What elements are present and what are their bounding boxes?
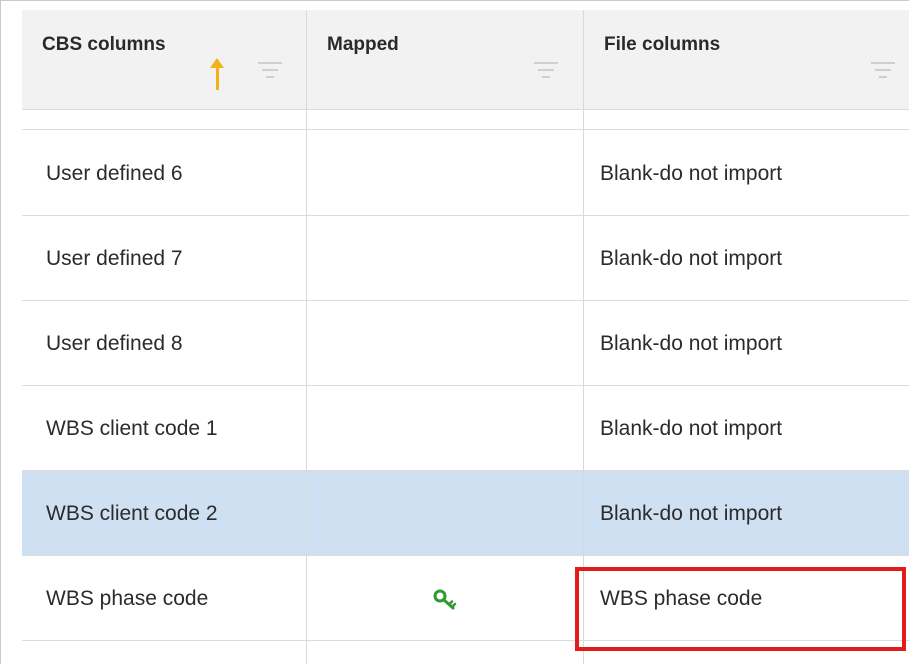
- header-label: File columns: [604, 34, 721, 55]
- mapped-cell: [307, 131, 584, 216]
- key-icon: [433, 589, 456, 609]
- file-column-cell[interactable]: Blank-do not import: [584, 386, 909, 471]
- filter-icon[interactable]: [870, 60, 896, 80]
- file-column-cell[interactable]: Blank-do not import: [584, 216, 909, 301]
- cbs-column-cell: User defined 8: [46, 331, 183, 355]
- mapped-cell: [307, 301, 584, 386]
- file-column-cell[interactable]: Blank-do not import: [584, 301, 909, 386]
- cbs-column-cell: WBS phase code: [46, 586, 209, 610]
- cbs-column-cell: User defined 6: [46, 161, 183, 185]
- file-column-cell[interactable]: Blank-do not import: [584, 471, 909, 556]
- column-divider: [583, 10, 584, 664]
- header-file-columns[interactable]: File columns: [584, 10, 909, 110]
- highlight-annotation-box: [575, 567, 906, 651]
- filter-icon[interactable]: [533, 60, 559, 80]
- cbs-column-cell: User defined 7: [46, 246, 183, 270]
- column-mapping-grid: CBS columns Mapped File columns User def…: [22, 10, 909, 664]
- table-row[interactable]: User defined 6 Blank-do not import: [22, 131, 909, 216]
- cbs-column-cell: WBS client code 2: [46, 501, 218, 525]
- table-row-selected[interactable]: WBS client code 2 Blank-do not import: [22, 471, 909, 556]
- mapped-cell: [307, 216, 584, 301]
- mapped-cell: [307, 556, 584, 641]
- partial-row: [22, 110, 909, 130]
- table-row[interactable]: User defined 7 Blank-do not import: [22, 216, 909, 301]
- header-mapped[interactable]: Mapped: [307, 10, 584, 110]
- sort-ascending-icon[interactable]: [210, 58, 224, 92]
- table-row[interactable]: User defined 8 Blank-do not import: [22, 301, 909, 386]
- column-divider: [306, 10, 307, 664]
- grid-header: CBS columns Mapped File columns: [22, 10, 909, 110]
- cbs-column-cell: WBS client code 1: [46, 416, 218, 440]
- header-label: CBS columns: [42, 34, 166, 55]
- header-label: Mapped: [327, 34, 399, 55]
- filter-icon[interactable]: [257, 60, 283, 80]
- file-column-cell[interactable]: Blank-do not import: [584, 131, 909, 216]
- header-cbs-columns[interactable]: CBS columns: [22, 10, 307, 110]
- mapped-cell: [307, 471, 584, 556]
- table-row[interactable]: WBS client code 1 Blank-do not import: [22, 386, 909, 471]
- mapped-cell: [307, 386, 584, 471]
